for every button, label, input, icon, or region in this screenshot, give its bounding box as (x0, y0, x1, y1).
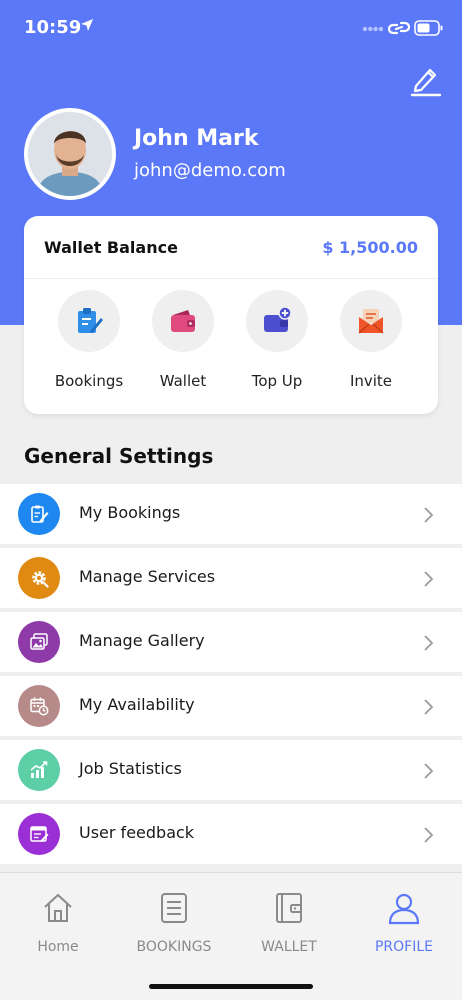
nav-profile[interactable]: PROFILE (346, 887, 462, 967)
user-email: john@demo.com (134, 160, 286, 181)
calendar-clock-icon (30, 697, 49, 716)
nav-home[interactable]: Home (0, 887, 116, 967)
action-invite[interactable]: Invite (324, 288, 418, 404)
general-settings-title: General Settings (24, 444, 214, 468)
wallet-add-icon (264, 306, 292, 332)
home-indicator (149, 984, 313, 989)
job-statistics-icon-circle (18, 749, 60, 791)
status-bar: 10:59 (0, 0, 462, 56)
settings-list: My Bookings Manage Services Manage Galle… (0, 484, 462, 868)
clipboard-edit-icon (78, 308, 103, 333)
avatar-portrait-icon (28, 112, 112, 196)
action-top-up-circle (246, 290, 308, 352)
envelope-icon (358, 309, 384, 334)
chevron-right-icon (424, 571, 434, 587)
settings-item-job-statistics[interactable]: Job Statistics (0, 740, 462, 800)
user-feedback-icon-circle (18, 813, 60, 855)
home-icon (44, 893, 72, 922)
action-top-up-label: Top Up (251, 372, 303, 390)
wallet-balance-label: Wallet Balance (44, 238, 178, 257)
user-name: John Mark (134, 126, 259, 151)
chevron-right-icon (424, 763, 434, 779)
action-bookings-label: Bookings (54, 372, 124, 390)
chart-icon (30, 761, 48, 778)
action-wallet[interactable]: Wallet (136, 288, 230, 404)
action-invite-circle (340, 290, 402, 352)
settings-item-user-feedback[interactable]: User feedback (0, 804, 462, 864)
my-availability-icon-circle (18, 685, 60, 727)
my-availability-label: My Availability (79, 695, 195, 714)
action-bookings[interactable]: Bookings (42, 288, 136, 404)
action-top-up[interactable]: Top Up (230, 288, 324, 404)
gallery-icon (30, 633, 48, 650)
action-invite-label: Invite (349, 372, 393, 390)
settings-item-manage-services[interactable]: Manage Services (0, 548, 462, 608)
action-wallet-label: Wallet (159, 372, 207, 390)
manage-services-label: Manage Services (79, 567, 216, 586)
signal-icon (362, 26, 384, 32)
battery-icon (414, 20, 443, 36)
manage-services-icon-circle (18, 557, 60, 599)
my-bookings-icon-circle (18, 493, 60, 535)
my-bookings-label: My Bookings (79, 503, 181, 522)
wallet-icon (276, 893, 302, 923)
clipboard-edit-icon (31, 505, 49, 523)
nav-bookings[interactable]: BOOKINGS (116, 887, 232, 967)
wallet-card: Wallet Balance $ 1,500.00 Bookings Walle… (24, 216, 438, 414)
user-icon (388, 893, 420, 925)
link-icon (388, 21, 410, 35)
user-feedback-label: User feedback (79, 823, 195, 842)
chevron-right-icon (424, 827, 434, 843)
avatar[interactable] (24, 108, 116, 200)
location-arrow-icon (81, 19, 93, 31)
settings-item-my-availability[interactable]: My Availability (0, 676, 462, 736)
job-statistics-label: Job Statistics (79, 759, 182, 778)
wallet-icon (171, 310, 195, 332)
nav-wallet-label: WALLET (261, 939, 317, 955)
action-bookings-circle (58, 290, 120, 352)
chevron-right-icon (424, 507, 434, 523)
chevron-right-icon (424, 699, 434, 715)
manage-gallery-icon-circle (18, 621, 60, 663)
settings-item-manage-gallery[interactable]: Manage Gallery (0, 612, 462, 672)
wallet-balance-amount: $ 1,500.00 (322, 238, 418, 257)
nav-wallet[interactable]: WALLET (231, 887, 347, 967)
wallet-divider (24, 278, 438, 279)
nav-profile-label: PROFILE (374, 939, 434, 955)
pencil-icon (410, 68, 442, 97)
feedback-icon (30, 826, 49, 842)
status-time: 10:59 (24, 17, 82, 38)
edit-profile-button[interactable] (408, 62, 442, 98)
gear-icon (32, 571, 49, 588)
nav-home-label: Home (37, 939, 79, 955)
chevron-right-icon (424, 635, 434, 651)
settings-item-my-bookings[interactable]: My Bookings (0, 484, 462, 544)
bottom-navigation: Home BOOKINGS WALLET PROFILE (0, 872, 462, 1000)
list-icon (161, 893, 187, 923)
manage-gallery-label: Manage Gallery (79, 631, 205, 650)
action-wallet-circle (152, 290, 214, 352)
nav-bookings-label: BOOKINGS (136, 939, 212, 955)
